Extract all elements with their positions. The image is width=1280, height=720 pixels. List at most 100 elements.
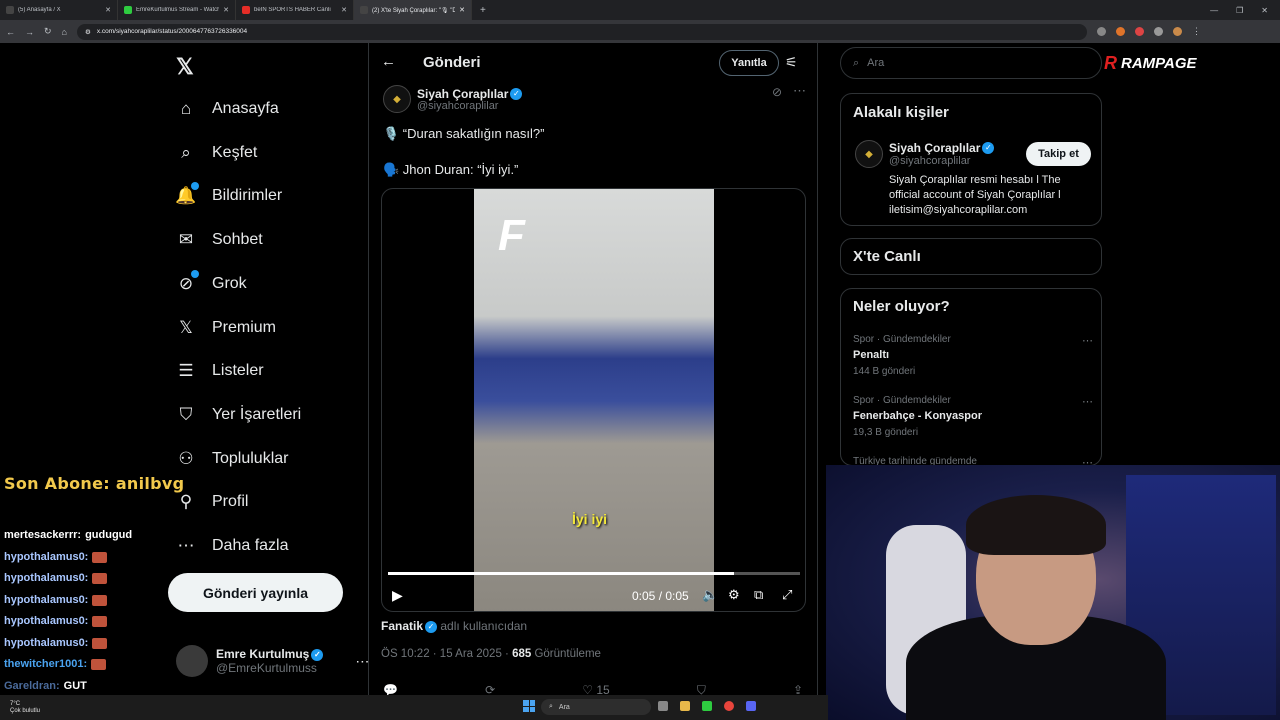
reply-button[interactable]: Yanıtla [719,50,779,76]
profile-icon: ⚲ [179,492,193,511]
chat-username[interactable]: hypothalamus0: [4,615,88,627]
grok-explain-icon[interactable]: ⊘ [772,85,782,99]
search-input[interactable]: ⌕ Ara [840,47,1102,79]
forward-nav-icon[interactable]: → [25,27,34,37]
post-button[interactable]: Gönderi yayınla [168,573,343,612]
chat-username[interactable]: hypothalamus0: [4,572,88,584]
back-nav-icon[interactable]: ← [6,27,15,37]
author-avatar[interactable]: ◆ [383,85,411,113]
related-handle[interactable]: @siyahcoraplilar [889,155,970,167]
source-name[interactable]: Fanatik [381,619,423,633]
close-tab-icon[interactable]: ✕ [105,6,111,14]
card-title: Neler oluyor? [853,298,950,315]
tab-title: beIN SPORTS HABER Canlı [254,7,331,13]
chat-username[interactable]: Gareldran: [4,680,60,692]
sidebar-item-profil[interactable]: ⚲ Profil [176,490,249,514]
tab-title: (2) X'te Siyah Çoraplılar: "🎙 "D [372,7,456,14]
chat-username[interactable]: hypothalamus0: [4,594,88,606]
fanatik-logo-icon: F [498,211,525,260]
sidebar-item-bildirimler[interactable]: 🔔 Bildirimler [175,182,282,208]
extension-icon[interactable] [1115,27,1125,36]
sidebar-item-keşfet[interactable]: ⌕ Keşfet [176,141,257,165]
verified-badge-icon: ✓ [311,648,324,661]
author-handle[interactable]: @siyahcoraplilar [417,100,498,112]
search-icon: ⌕ [549,703,553,710]
follow-button[interactable]: Takip et [1026,142,1091,166]
chat-username[interactable]: thewitcher1001: [4,658,87,670]
extension-icon[interactable] [1134,27,1144,36]
sidebar-item-premium[interactable]: 𝕏 Premium [176,316,276,340]
sidebar-item-yer-i̇şaretleri[interactable]: ⛉ Yer İşaretleri [176,403,302,427]
chat-username[interactable]: mertesackerrr: [4,529,81,541]
emote-icon [92,551,108,563]
live-card[interactable]: X'te Canlı [840,238,1102,275]
sliders-icon[interactable]: ⚟ [785,54,798,71]
sidebar-item-label: Topluluklar [212,450,289,467]
account-switcher[interactable]: Emre Kurtulmuş ✓ @EmreKurtulmuss ⋯ [176,645,369,677]
video-progress-bar[interactable] [388,572,800,575]
video-player[interactable]: F İyi iyi ▶ 0:05 / 0:05 🔈 ⚙ ⧉ ⤢ [381,188,806,612]
post-timestamp[interactable]: ÖS 10:22 · 15 Ara 2025 · [381,648,509,660]
task-view-icon[interactable] [658,701,668,711]
sidebar-item-listeler[interactable]: ☰ Listeler [176,359,263,383]
browser-tab[interactable]: beIN SPORTS HABER Canlı ✕ [236,0,354,20]
settings-gear-icon[interactable]: ⚙ [728,587,740,603]
sidebar-item-topluluklar[interactable]: ⚇ Topluluklar [176,447,288,471]
browser-tab-active[interactable]: (2) X'te Siyah Çoraplılar: "🎙 "D ✕ [354,0,472,20]
discord-icon[interactable] [746,701,756,711]
extension-icon[interactable] [1153,27,1163,36]
chat-username[interactable]: hypothalamus0: [4,551,88,563]
picture-in-picture-icon[interactable]: ⧉ [754,587,763,603]
notification-dot [191,270,199,278]
site-info-icon[interactable]: ⚙ [85,28,91,36]
post-more-icon[interactable]: ⋯ [793,83,806,99]
close-tab-icon[interactable]: ✕ [223,6,229,14]
weather-widget[interactable]: 7°C Çok bulutlu [10,701,40,715]
back-arrow-icon[interactable]: ← [381,53,396,70]
volume-icon[interactable]: 🔈 [702,587,718,603]
x-favicon-icon [6,6,14,14]
minimize-icon[interactable]: — [1210,6,1218,15]
author-name[interactable]: Siyah Çoraplılar [417,87,508,101]
play-icon[interactable]: ▶ [392,587,403,604]
trend-more-icon[interactable]: ⋯ [1082,334,1093,347]
file-explorer-icon[interactable] [680,701,690,711]
trend-more-icon[interactable]: ⋯ [1082,395,1093,408]
extension-icon[interactable] [1096,27,1106,36]
chat-username[interactable]: hypothalamus0: [4,637,88,649]
related-people-card: Alakalı kişiler ◆ Siyah Çoraplılar ✓ @siy… [840,93,1102,226]
sidebar-item-sohbet[interactable]: ✉ Sohbet [176,228,263,252]
close-tab-icon[interactable]: ✕ [341,6,347,14]
list-icon: ☰ [178,361,194,380]
related-name[interactable]: Siyah Çoraplılar [889,141,980,155]
home-nav-icon[interactable]: ⌂ [62,27,67,37]
view-count: 685 [512,648,532,660]
sidebar-item-label: Daha fazla [212,537,289,554]
chrome-icon[interactable] [724,701,734,711]
fullscreen-icon[interactable]: ⤢ [782,587,792,603]
tab-bar: (5) Anasayfa / X ✕ EmreKurtulmus Stream -… [0,0,1280,20]
browser-menu-icon[interactable]: ⋮ [1192,26,1201,37]
trend-item[interactable]: Spor · Gündemdekiler Penaltı 144 B gönderi… [853,334,1093,377]
sidebar-item-label: Yer İşaretleri [212,406,302,423]
browser-tab[interactable]: (5) Anasayfa / X ✕ [0,0,118,20]
reload-icon[interactable]: ↻ [44,26,52,37]
post-text-line: 🗣️ Jhon Duran: “İyi iyi.” [383,162,519,177]
browser-tab[interactable]: EmreKurtulmus Stream - Watch ✕ [118,0,236,20]
taskbar-search[interactable]: ⌕ Ara [541,699,651,715]
card-title: X'te Canlı [853,248,921,265]
profile-avatar-icon[interactable] [1172,27,1182,36]
trend-item[interactable]: Spor · Gündemdekiler Fenerbahçe - Konyasp… [853,395,1093,438]
maximize-icon[interactable]: ❐ [1236,6,1243,15]
sidebar-item-daha-fazla[interactable]: ⋯ Daha fazla [176,534,289,558]
close-window-icon[interactable]: ✕ [1261,6,1268,15]
close-tab-icon[interactable]: ✕ [459,6,465,14]
url-field[interactable]: ⚙ x.com/siyahcoraplilar/status/2000647763… [76,23,1087,40]
new-tab-icon[interactable]: + [472,5,494,16]
x-logo-icon[interactable]: 𝕏 [176,54,194,80]
sidebar-item-anasayfa[interactable]: ⌂ Anasayfa [176,97,279,121]
related-avatar[interactable]: ◆ [855,140,883,168]
windows-start-icon[interactable] [523,700,535,712]
app-icon[interactable] [702,701,712,711]
sidebar-item-grok[interactable]: ⊘ Grok [176,270,247,296]
